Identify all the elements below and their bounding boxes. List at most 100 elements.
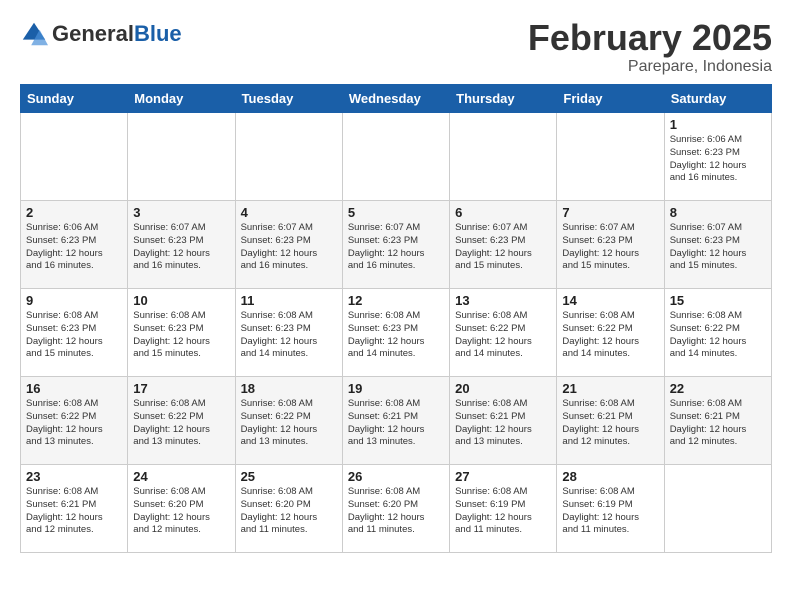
day-info: Sunrise: 6:08 AM Sunset: 6:21 PM Dayligh… [26,486,122,537]
day-number: 26 [348,469,444,484]
week-row-3: 9 Sunrise: 6:08 AM Sunset: 6:23 PM Daylig… [21,289,772,377]
day-info: Sunrise: 6:07 AM Sunset: 6:23 PM Dayligh… [133,222,229,273]
day-info: Sunrise: 6:08 AM Sunset: 6:22 PM Dayligh… [133,398,229,449]
week-row-1: 1Sunrise: 6:06 AM Sunset: 6:23 PM Daylig… [21,113,772,201]
day-cell: 1Sunrise: 6:06 AM Sunset: 6:23 PM Daylig… [664,113,771,201]
day-number: 8 [670,205,766,220]
day-info: Sunrise: 6:08 AM Sunset: 6:20 PM Dayligh… [133,486,229,537]
day-number: 17 [133,381,229,396]
day-cell: 14 Sunrise: 6:08 AM Sunset: 6:22 PM Dayli… [557,289,664,377]
day-cell: 3 Sunrise: 6:07 AM Sunset: 6:23 PM Daylig… [128,201,235,289]
day-number: 4 [241,205,337,220]
day-info: Sunrise: 6:07 AM Sunset: 6:23 PM Dayligh… [670,222,766,273]
weekday-saturday: Saturday [664,85,771,113]
day-number: 24 [133,469,229,484]
day-number: 9 [26,293,122,308]
day-number: 7 [562,205,658,220]
day-info: Sunrise: 6:08 AM Sunset: 6:20 PM Dayligh… [348,486,444,537]
calendar: SundayMondayTuesdayWednesdayThursdayFrid… [20,84,772,553]
day-info: Sunrise: 6:08 AM Sunset: 6:23 PM Dayligh… [133,310,229,361]
day-cell: 16Sunrise: 6:08 AM Sunset: 6:22 PM Dayli… [21,377,128,465]
day-cell: 2Sunrise: 6:06 AM Sunset: 6:23 PM Daylig… [21,201,128,289]
day-number: 10 [133,293,229,308]
header: GeneralBlue February 2025 Parepare, Indo… [20,20,772,76]
day-number: 14 [562,293,658,308]
day-number: 25 [241,469,337,484]
day-info: Sunrise: 6:08 AM Sunset: 6:21 PM Dayligh… [348,398,444,449]
day-cell: 15Sunrise: 6:08 AM Sunset: 6:22 PM Dayli… [664,289,771,377]
day-info: Sunrise: 6:08 AM Sunset: 6:22 PM Dayligh… [670,310,766,361]
logo-icon [20,20,48,48]
day-cell: 26 Sunrise: 6:08 AM Sunset: 6:20 PM Dayli… [342,465,449,553]
day-cell: 9 Sunrise: 6:08 AM Sunset: 6:23 PM Daylig… [21,289,128,377]
day-cell: 6Sunrise: 6:07 AM Sunset: 6:23 PM Daylig… [450,201,557,289]
day-cell [342,113,449,201]
day-info: Sunrise: 6:08 AM Sunset: 6:21 PM Dayligh… [455,398,551,449]
day-info: Sunrise: 6:07 AM Sunset: 6:23 PM Dayligh… [348,222,444,273]
day-cell: 12Sunrise: 6:08 AM Sunset: 6:23 PM Dayli… [342,289,449,377]
day-cell: 4 Sunrise: 6:07 AM Sunset: 6:23 PM Daylig… [235,201,342,289]
day-cell: 13 Sunrise: 6:08 AM Sunset: 6:22 PM Dayli… [450,289,557,377]
day-number: 3 [133,205,229,220]
day-cell: 7 Sunrise: 6:07 AM Sunset: 6:23 PM Daylig… [557,201,664,289]
day-cell [557,113,664,201]
logo-blue: Blue [134,21,182,46]
day-cell: 21 Sunrise: 6:08 AM Sunset: 6:21 PM Dayli… [557,377,664,465]
day-number: 22 [670,381,766,396]
day-info: Sunrise: 6:08 AM Sunset: 6:21 PM Dayligh… [670,398,766,449]
location: Parepare, Indonesia [528,58,772,76]
day-info: Sunrise: 6:07 AM Sunset: 6:23 PM Dayligh… [562,222,658,273]
day-cell: 23 Sunrise: 6:08 AM Sunset: 6:21 PM Dayli… [21,465,128,553]
day-info: Sunrise: 6:08 AM Sunset: 6:20 PM Dayligh… [241,486,337,537]
week-row-5: 23 Sunrise: 6:08 AM Sunset: 6:21 PM Dayli… [21,465,772,553]
day-number: 11 [241,293,337,308]
weekday-sunday: Sunday [21,85,128,113]
month-title: February 2025 [528,20,772,56]
week-row-2: 2Sunrise: 6:06 AM Sunset: 6:23 PM Daylig… [21,201,772,289]
day-info: Sunrise: 6:07 AM Sunset: 6:23 PM Dayligh… [455,222,551,273]
day-cell: 17 Sunrise: 6:08 AM Sunset: 6:22 PM Dayli… [128,377,235,465]
day-info: Sunrise: 6:08 AM Sunset: 6:22 PM Dayligh… [455,310,551,361]
week-row-4: 16Sunrise: 6:08 AM Sunset: 6:22 PM Dayli… [21,377,772,465]
day-cell [664,465,771,553]
day-cell: 25 Sunrise: 6:08 AM Sunset: 6:20 PM Dayli… [235,465,342,553]
title-block: February 2025 Parepare, Indonesia [528,20,772,76]
day-cell: 11 Sunrise: 6:08 AM Sunset: 6:23 PM Dayli… [235,289,342,377]
day-number: 1 [670,117,766,132]
day-info: Sunrise: 6:08 AM Sunset: 6:22 PM Dayligh… [26,398,122,449]
day-cell [235,113,342,201]
weekday-monday: Monday [128,85,235,113]
day-cell: 20 Sunrise: 6:08 AM Sunset: 6:21 PM Dayli… [450,377,557,465]
weekday-thursday: Thursday [450,85,557,113]
day-info: Sunrise: 6:07 AM Sunset: 6:23 PM Dayligh… [241,222,337,273]
day-info: Sunrise: 6:08 AM Sunset: 6:23 PM Dayligh… [348,310,444,361]
day-cell [450,113,557,201]
day-info: Sunrise: 6:08 AM Sunset: 6:19 PM Dayligh… [562,486,658,537]
day-cell [21,113,128,201]
day-cell: 18Sunrise: 6:08 AM Sunset: 6:22 PM Dayli… [235,377,342,465]
day-info: Sunrise: 6:08 AM Sunset: 6:21 PM Dayligh… [562,398,658,449]
logo-general: General [52,21,134,46]
day-cell: 5 Sunrise: 6:07 AM Sunset: 6:23 PM Daylig… [342,201,449,289]
day-cell: 19 Sunrise: 6:08 AM Sunset: 6:21 PM Dayli… [342,377,449,465]
day-number: 23 [26,469,122,484]
weekday-header-row: SundayMondayTuesdayWednesdayThursdayFrid… [21,85,772,113]
day-info: Sunrise: 6:08 AM Sunset: 6:22 PM Dayligh… [562,310,658,361]
day-number: 21 [562,381,658,396]
day-cell: 28 Sunrise: 6:08 AM Sunset: 6:19 PM Dayli… [557,465,664,553]
weekday-wednesday: Wednesday [342,85,449,113]
day-number: 20 [455,381,551,396]
day-number: 13 [455,293,551,308]
weekday-friday: Friday [557,85,664,113]
weekday-tuesday: Tuesday [235,85,342,113]
day-number: 5 [348,205,444,220]
day-info: Sunrise: 6:08 AM Sunset: 6:23 PM Dayligh… [241,310,337,361]
day-number: 28 [562,469,658,484]
day-info: Sunrise: 6:08 AM Sunset: 6:23 PM Dayligh… [26,310,122,361]
day-info: Sunrise: 6:08 AM Sunset: 6:22 PM Dayligh… [241,398,337,449]
day-cell: 27Sunrise: 6:08 AM Sunset: 6:19 PM Dayli… [450,465,557,553]
logo-text: GeneralBlue [52,23,182,45]
day-number: 19 [348,381,444,396]
page: GeneralBlue February 2025 Parepare, Indo… [0,0,792,563]
day-cell: 10 Sunrise: 6:08 AM Sunset: 6:23 PM Dayli… [128,289,235,377]
